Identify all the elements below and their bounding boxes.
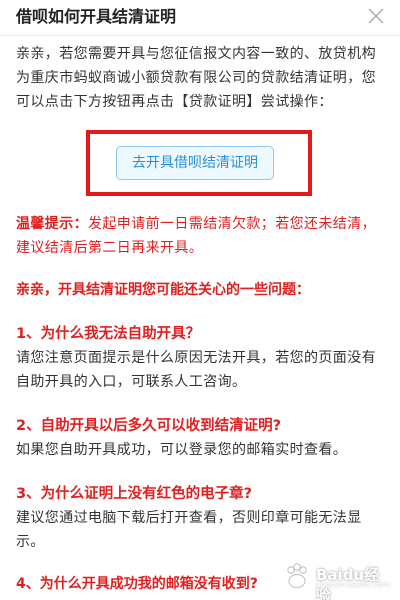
faq-intro: 亲亲，开具结清证明您可能还关心的一些问题： xyxy=(16,282,310,298)
faq-item: 2、自助开具以后多久可以收到结清证明? 如果您自助开具成功，可以登录您的邮箱实时… xyxy=(16,414,386,462)
close-button[interactable] xyxy=(366,6,386,26)
watermark-url: jingyan.baidu.com xyxy=(316,580,390,589)
faq-answer: 如果您自助开具成功，可以登录您的邮箱实时查看。 xyxy=(16,442,348,458)
faq-item: 3、为什么证明上没有红色的电子章? 建议您通过电脑下载后打开查看，否则印章可能无… xyxy=(16,482,386,554)
faq-question: 3、为什么证明上没有红色的电子章? xyxy=(16,486,252,502)
highlight-box: 去开具借呗结清证明 xyxy=(86,130,312,196)
issue-certificate-button[interactable]: 去开具借呗结清证明 xyxy=(116,146,274,180)
dialog-content: 亲亲，若您需要开具与您征信报文内容一致的、放贷机构为重庆市蚂蚁商诚小额贷款有限公… xyxy=(16,42,386,596)
tip-paragraph: 温馨提示：发起申请前一日需结清欠款；若您还未结清，建议结清后第二日再来开具。 xyxy=(16,212,386,260)
faq-item: 1、为什么我无法自助开具？ 请您注意页面提示是什么原因无法开具，若您的页面没有自… xyxy=(16,322,386,394)
faq-question: 1、为什么我无法自助开具？ xyxy=(16,326,201,342)
faq-answer: 请您注意页面提示是什么原因无法开具，若您的页面没有自助开具的入口，可联系人工咨询… xyxy=(16,350,376,390)
dialog-title: 借呗如何开具结清证明 xyxy=(16,7,177,26)
close-icon xyxy=(368,8,384,24)
baidu-watermark: Baidu经验 jingyan.baidu.com xyxy=(282,558,392,600)
faq-question: 2、自助开具以后多久可以收到结清证明? xyxy=(16,418,281,434)
page: 借呗如何开具结清证明 亲亲，若您需要开具与您征信报文内容一致的、放贷机构为重庆市… xyxy=(0,0,400,600)
dialog-header: 借呗如何开具结清证明 xyxy=(0,0,400,36)
intro-text: 亲亲，若您需要开具与您征信报文内容一致的、放贷机构为重庆市蚂蚁商诚小额贷款有限公… xyxy=(16,46,376,110)
tip-label: 温馨提示： xyxy=(16,216,88,232)
paw-icon xyxy=(287,563,307,588)
faq-answer: 建议您通过电脑下载后打开查看，否则印章可能无法显示。 xyxy=(16,510,362,550)
